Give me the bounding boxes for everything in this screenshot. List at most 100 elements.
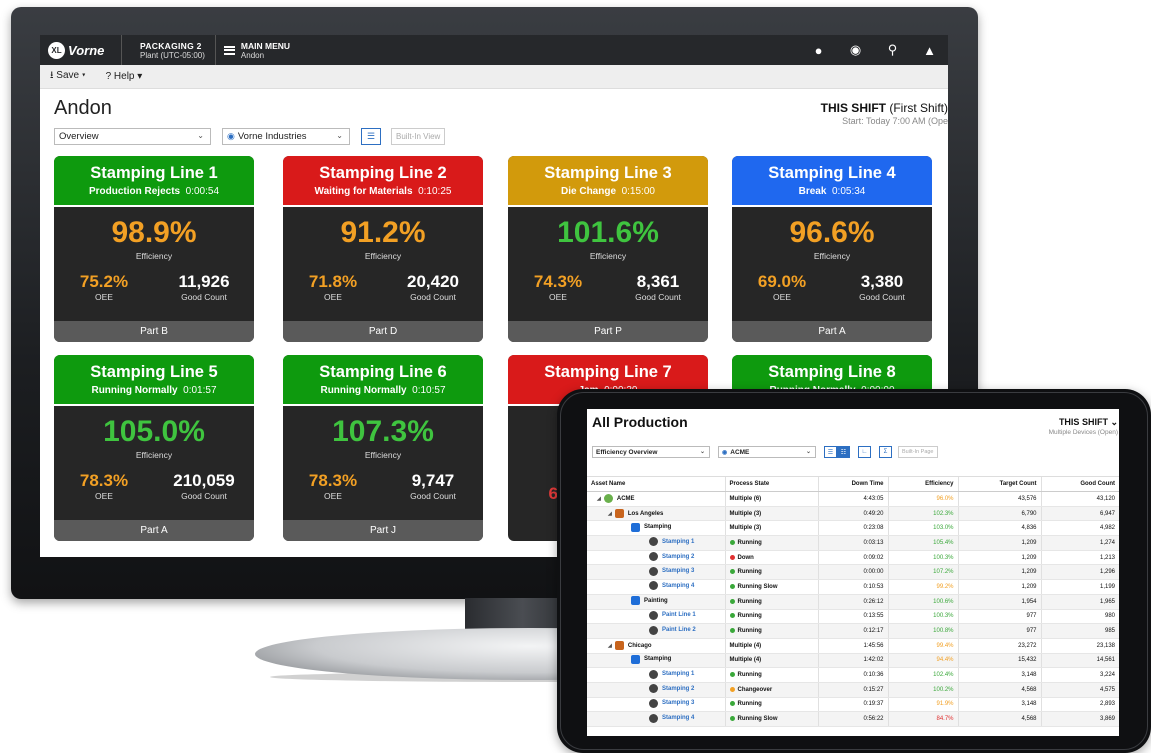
main-menu-button[interactable]: MAIN MENU Andon [216,41,290,60]
asset-name[interactable]: Stamping 3 [662,568,694,574]
collapse-icon[interactable]: ◢ [597,496,601,502]
tile-stamping-line-2[interactable]: Stamping Line 2 Waiting for Materials 0:… [283,156,483,342]
help-menu[interactable]: ? Help ▾ [96,71,143,82]
shift-indicator[interactable]: THIS SHIFT (First Shift) [821,101,948,115]
table-row[interactable]: Painting Running 0:26:12 100.6% 1,954 1,… [587,594,1119,610]
asset-name[interactable]: Stamping 4 [662,715,694,721]
oee-label: OEE [95,491,113,501]
list-icon: ☰ [827,449,834,456]
col-process-state[interactable]: Process State [724,476,818,492]
asset-name[interactable]: Stamping 1 [662,539,694,545]
tablet-shift-selector[interactable]: THIS SHIFT ⌄ [1059,417,1118,428]
tile-stamping-line-3[interactable]: Stamping Line 3 Die Change 0:15:00 101.6… [508,156,708,342]
globe-icon[interactable]: ◉ [837,42,874,58]
col-down-time[interactable]: Down Time [817,476,888,492]
process-state: Multiple (6) [724,491,818,507]
tile-good-count: 9,747 [411,471,455,490]
target-count: 1,209 [957,535,1041,551]
tile-oee: 71.8% [308,272,358,291]
status-dot [729,701,735,707]
table-row[interactable]: ◢ ACME Multiple (6) 4:43:05 96.0% 43,576 … [587,491,1119,507]
asset-name[interactable]: Stamping 2 [662,686,694,692]
efficiency-value: 99.2% [887,579,958,595]
built-in-page-button[interactable]: Built-In Page [898,446,938,458]
asset-name[interactable]: Stamping 4 [662,583,694,589]
asset-name: ACME [616,495,635,502]
efficiency-label: Efficiency [364,450,402,460]
sum-button[interactable]: Σ [879,446,892,458]
table-row[interactable]: ◢ Los Angeles Multiple (3) 0:49:20 102.3%… [587,506,1119,522]
process-state: Running Slow [724,711,818,727]
target-count: 4,568 [957,682,1041,698]
tile-stamping-line-4[interactable]: Stamping Line 4 Break 0:05:34 96.6% Effi… [732,156,932,342]
tile-part: Part A [54,520,254,541]
efficiency-value: 100.3% [887,550,958,566]
table-row[interactable]: Stamping Multiple (4) 1:42:02 94.4% 15,4… [587,653,1119,669]
help-label: Help [113,71,135,82]
tile-name: Stamping Line 6 [319,363,447,381]
down-time: 4:43:05 [817,491,888,507]
process-state: Running [724,609,818,625]
plant-selector[interactable]: PACKAGING 2 Plant (UTC-05:00) [122,35,216,65]
good-count: 1,296 [1040,564,1119,581]
tree-view-button[interactable]: ☷ [837,446,850,458]
vorne-logo[interactable]: XL Vorne [40,35,122,65]
target-count: 977 [957,609,1041,625]
page-title: Andon [54,97,112,119]
table-row[interactable]: Stamping 3 Running 0:00:00 107.2% 1,209 … [587,564,1119,581]
table-row[interactable]: Stamping 1 Running 0:10:36 102.4% 3,148 … [587,667,1119,683]
table-row[interactable]: Stamping 4 Running Slow 0:10:53 99.2% 1,… [587,579,1119,595]
good-count: 23,138 [1040,638,1119,654]
process-state: Running [724,564,818,581]
table-row[interactable]: Paint Line 2 Running 0:12:17 100.8% 977 … [587,623,1119,639]
list-view-button[interactable]: ☰ [361,128,381,145]
table-row[interactable]: Stamping 4 Running Slow 0:56:22 84.7% 4,… [587,711,1119,727]
asset-name[interactable]: Stamping 1 [662,671,694,677]
table-row[interactable]: Stamping Multiple (3) 0:23:08 103.0% 4,8… [587,520,1119,537]
search-icon[interactable]: ⚲ [874,42,911,58]
tile-state: Break 0:05:34 [798,186,866,197]
view-select[interactable]: Overview ⌄ [54,128,211,145]
list-view-button[interactable]: ☰ [824,446,837,458]
col-good-count[interactable]: Good Count [1040,476,1119,492]
efficiency-label: Efficiency [364,251,402,261]
save-icon: ⭳ [50,70,54,81]
table-row[interactable]: Stamping 3 Running 0:19:37 91.9% 3,148 2… [587,697,1119,713]
table-row[interactable]: Stamping 1 Running 0:03:13 105.4% 1,209 … [587,535,1119,551]
collapse-icon[interactable]: ◢ [608,511,612,517]
user-icon[interactable]: ● [800,43,837,58]
bell-icon[interactable]: ▲ [911,43,948,58]
col-efficiency[interactable]: Efficiency [887,476,958,492]
col-asset-name[interactable]: Asset Name [587,476,725,492]
tablet-scope-select[interactable]: ◉ ACME ⌄ [718,446,816,458]
asset-name[interactable]: Stamping 2 [662,554,694,560]
area-icon [631,596,640,606]
tile-name: Stamping Line 2 [319,164,447,182]
table-row[interactable]: ◢ Chicago Multiple (4) 1:45:56 99.4% 23,2… [587,638,1119,654]
scope-select[interactable]: ◉ Vorne Industries ⌄ [222,128,350,145]
chart-view-button[interactable]: ∟ [858,446,871,458]
tablet-view-select[interactable]: Efficiency Overview ⌄ [592,446,710,458]
asset-name[interactable]: Stamping 3 [662,700,694,706]
asset-name[interactable]: Paint Line 1 [662,612,696,618]
save-menu[interactable]: ⭳ Save ▾ [40,68,86,85]
table-row[interactable]: Paint Line 1 Running 0:13:55 100.3% 977 … [587,609,1119,625]
tile-stamping-line-6[interactable]: Stamping Line 6 Running Normally 0:10:57… [283,355,483,541]
col-target-count[interactable]: Target Count [957,476,1041,492]
tile-stamping-line-1[interactable]: Stamping Line 1 Production Rejects 0:00:… [54,156,254,342]
tile-name: Stamping Line 4 [768,164,896,182]
down-time: 0:03:13 [817,535,888,551]
tile-name: Stamping Line 8 [768,363,896,381]
target-count: 4,836 [957,520,1041,537]
tile-efficiency: 101.6% [557,216,659,249]
tablet-view-value: Efficiency Overview [596,448,658,456]
built-in-view-button[interactable]: Built-In View [391,128,446,145]
table-header-row: Asset Name Process State Down Time Effic… [587,476,1119,492]
asset-name[interactable]: Paint Line 2 [662,627,696,633]
table-row[interactable]: Stamping 2 Down 0:09:02 100.3% 1,209 1,2… [587,550,1119,566]
table-row[interactable]: Stamping 2 Changeover 0:15:27 100.2% 4,5… [587,682,1119,698]
collapse-icon[interactable]: ◢ [608,643,612,649]
good-count-label: Good Count [410,292,456,302]
efficiency-label: Efficiency [813,251,851,261]
tile-stamping-line-5[interactable]: Stamping Line 5 Running Normally 0:01:57… [54,355,254,541]
